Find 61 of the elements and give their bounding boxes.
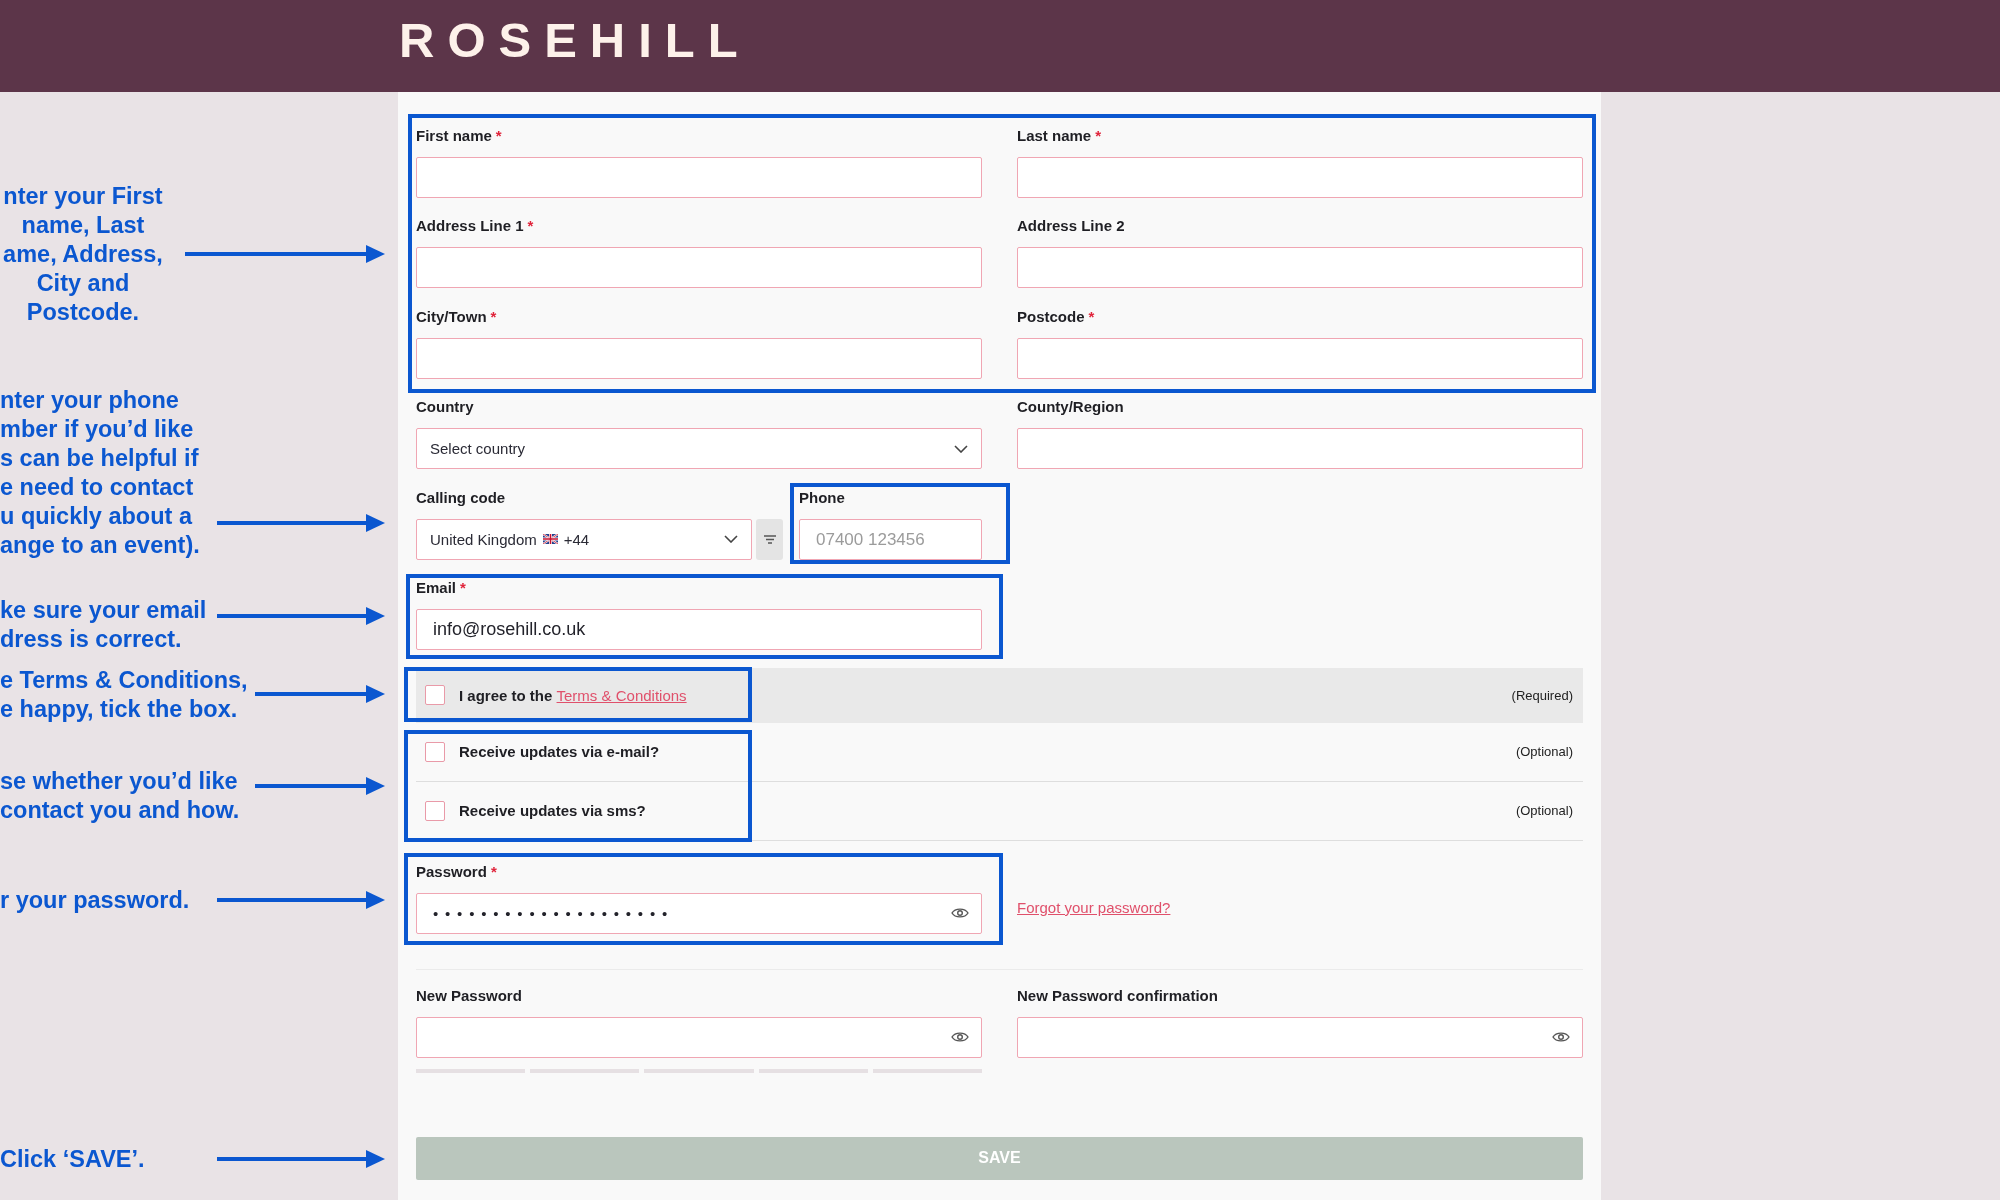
requirement-note: (Required) — [1511, 687, 1573, 703]
forgot-password-link[interactable]: Forgot your password? — [1017, 898, 1171, 916]
annotation-text: Click ‘SAVE’. — [0, 1145, 145, 1174]
field-label: Password — [416, 861, 487, 882]
annotation-text: nter your First name, Last ame, Address, City and Postcode. — [2, 182, 164, 327]
checkbox[interactable] — [425, 741, 445, 762]
annotation-text: r your password. — [0, 886, 190, 915]
filter-button[interactable] — [756, 518, 783, 560]
chevron-icon — [724, 535, 738, 544]
field-label: Address Line 2 — [1017, 216, 1125, 237]
text-field[interactable] — [416, 247, 982, 289]
eye-icon[interactable] — [951, 1030, 969, 1043]
annotation-text: nter your phone mber if you’d like s can be helpful if e need to contact u quickly about a ange to an event). — [0, 386, 200, 560]
country-select[interactable]: Select country — [416, 428, 982, 470]
eye-icon[interactable] — [1552, 1030, 1570, 1043]
text-field[interactable] — [1017, 337, 1583, 379]
required-asterisk: * — [1095, 126, 1102, 146]
checkbox[interactable] — [425, 685, 445, 706]
chevron-icon — [954, 444, 968, 453]
filter-icon — [763, 534, 776, 544]
required-asterisk: * — [490, 306, 497, 327]
requirement-note: (Optional) — [1515, 803, 1573, 819]
text-field[interactable] — [1017, 157, 1583, 198]
text-field[interactable] — [1017, 247, 1583, 289]
field-label: New Password confirmation — [1017, 985, 1218, 1006]
password-field[interactable] — [1017, 1016, 1583, 1058]
field-label: Postcode — [1017, 306, 1085, 327]
field-label: Phone — [799, 487, 845, 508]
text-field[interactable] — [416, 337, 982, 379]
required-asterisk: * — [1088, 306, 1095, 327]
annotation-text: e Terms & Conditions, e happy, tick the box. — [0, 666, 248, 724]
consent-text: Receive updates via e-mail? — [459, 743, 660, 761]
annotation-text: se whether you’d like contact you and how. — [0, 767, 240, 825]
field-label: New Password — [416, 985, 522, 1006]
checkbox[interactable] — [425, 800, 445, 821]
field-label: Address Line 1 — [416, 216, 524, 237]
email-field[interactable]: info@rosehill.co.uk — [416, 608, 982, 650]
required-asterisk: * — [490, 861, 497, 882]
text-field[interactable] — [1017, 428, 1583, 470]
password-field[interactable] — [416, 1016, 982, 1058]
calling-code-select[interactable]: United Kingdom +44 — [416, 518, 752, 560]
field-label: County/Region — [1017, 397, 1124, 418]
text-field[interactable] — [416, 157, 982, 198]
required-asterisk: * — [495, 126, 502, 146]
field-label: Calling code — [416, 487, 506, 508]
password-field[interactable]: •••••••••••••••••••• — [416, 892, 982, 934]
field-label: Last name — [1017, 126, 1092, 146]
field-label: First name — [416, 126, 492, 146]
required-asterisk: * — [460, 577, 466, 598]
requirement-note: (Optional) — [1515, 744, 1573, 760]
consent-text: Receive updates via sms? — [459, 802, 646, 820]
consent-text: I agree to the Terms & Conditions — [459, 686, 687, 704]
field-label: City/Town — [416, 306, 487, 327]
required-asterisk: * — [527, 216, 534, 237]
brand-logo: ROSEHILL — [399, 15, 751, 65]
annotation-text: ke sure your email dress is correct. — [0, 596, 207, 654]
phone-field[interactable]: 07400 123456 — [799, 518, 982, 560]
flag-icon — [542, 534, 558, 545]
eye-icon[interactable] — [951, 906, 969, 919]
field-label: Country — [416, 397, 474, 418]
field-label: Email — [416, 577, 457, 598]
